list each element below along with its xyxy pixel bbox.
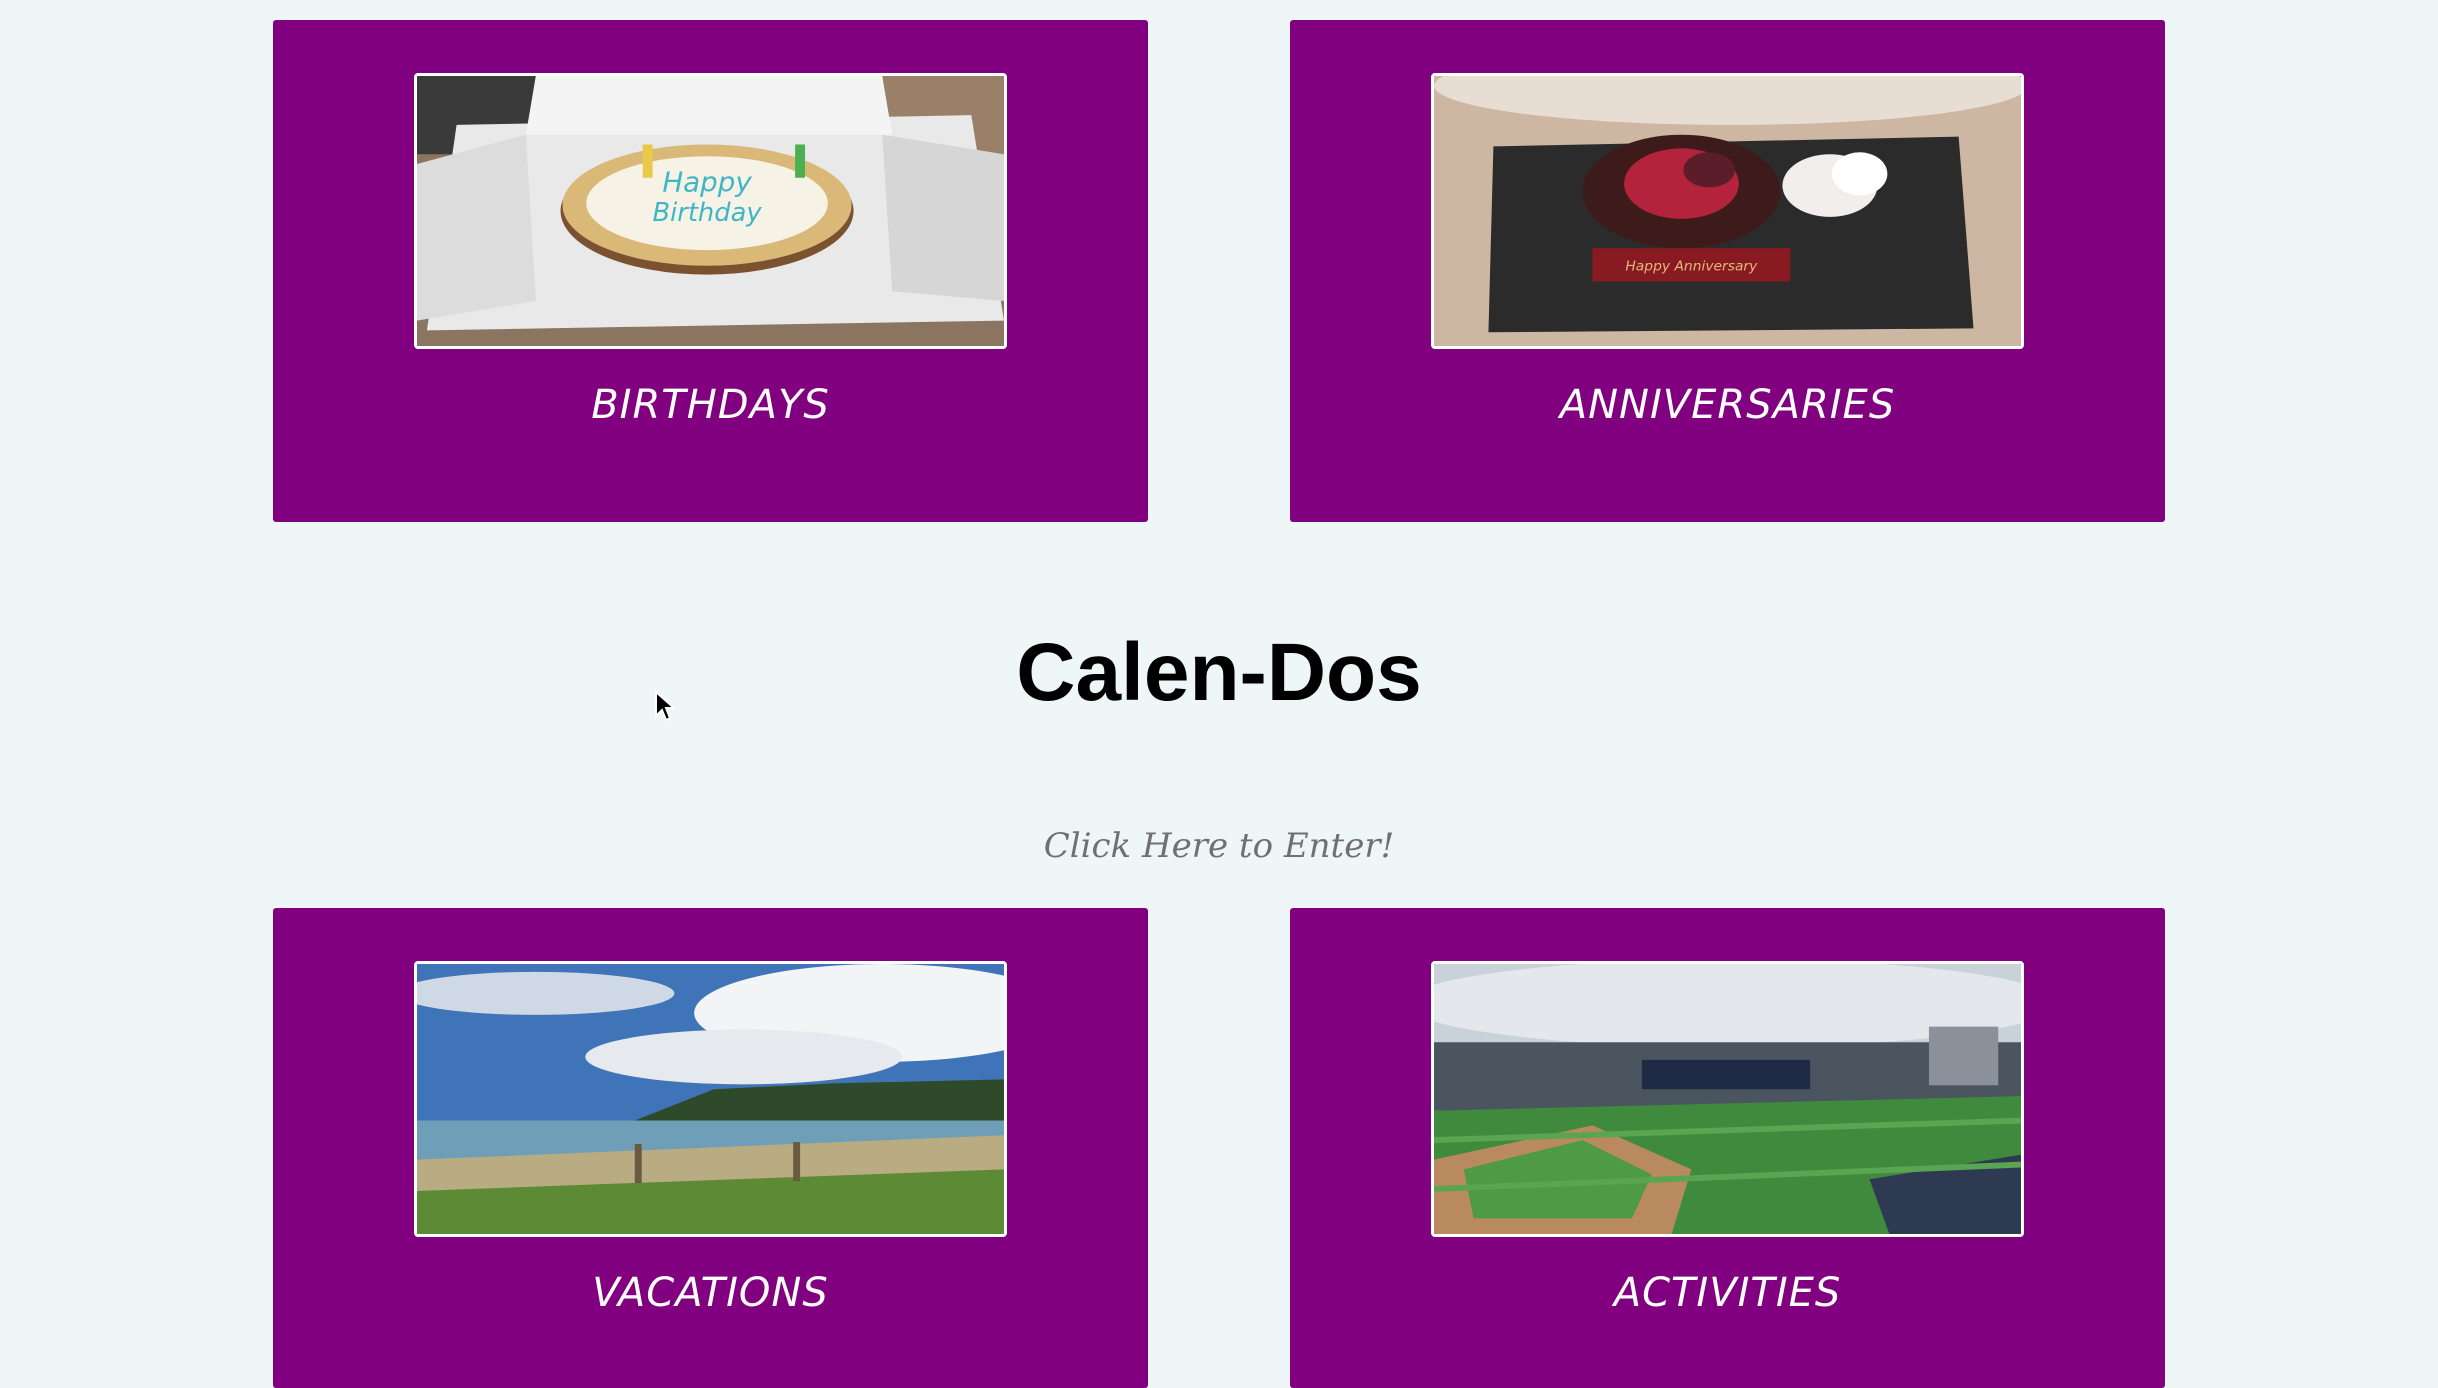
svg-text:Birthday: Birthday [652, 198, 762, 228]
card-label-vacations[interactable]: VACATIONS [273, 1270, 1148, 1316]
birthday-cake-photo[interactable]: Happy Birthday [414, 73, 1007, 349]
enter-link[interactable]: Click Here to Enter! [0, 826, 2438, 866]
page-title: Calen-Dos [1016, 627, 1422, 718]
card-birthdays[interactable]: Happy Birthday BIRTHDAYS [273, 20, 1148, 522]
mouse-cursor-icon [655, 690, 676, 722]
anniversary-dessert-photo[interactable]: Happy Anniversary [1431, 73, 2024, 349]
beach-photo[interactable] [414, 961, 1007, 1237]
card-anniversaries[interactable]: Happy Anniversary ANNIVERSARIES [1290, 20, 2165, 522]
card-label-anniversaries[interactable]: ANNIVERSARIES [1290, 382, 2165, 428]
card-activities[interactable]: ACTIVITIES [1290, 908, 2165, 1388]
card-vacations[interactable]: VACATIONS [273, 908, 1148, 1388]
svg-text:Happy: Happy [662, 167, 752, 199]
svg-text:Happy Anniversary: Happy Anniversary [1625, 259, 1758, 275]
baseball-stadium-photo[interactable] [1431, 961, 2024, 1237]
card-label-activities[interactable]: ACTIVITIES [1290, 1270, 2165, 1316]
card-label-birthdays[interactable]: BIRTHDAYS [273, 382, 1148, 428]
